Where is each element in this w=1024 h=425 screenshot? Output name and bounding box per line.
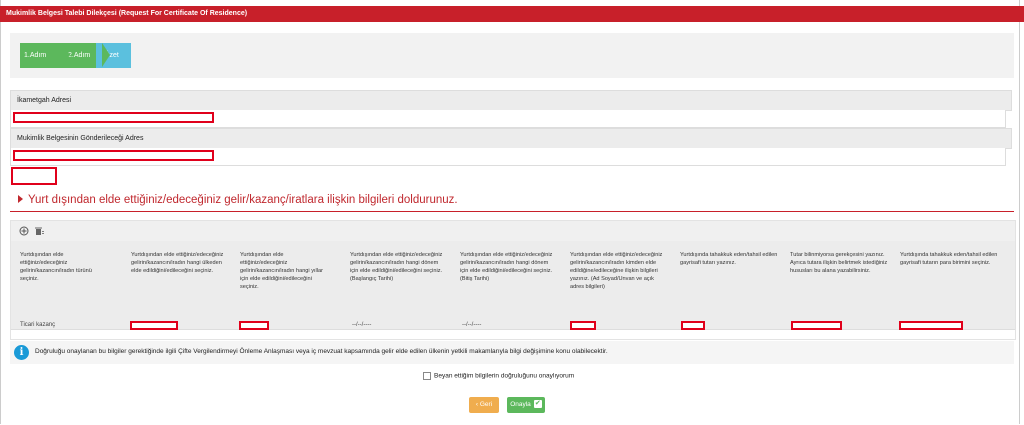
window-titlebar: Mukimlik Belgesi Talebi Dilekçesi (Reque… xyxy=(0,6,1024,22)
add-row-icon[interactable] xyxy=(19,226,29,236)
reason-cell-redaction xyxy=(791,321,842,330)
confirm-row[interactable]: Beyan ettiğim bilgilerin doğruluğunu ona… xyxy=(423,372,574,380)
info-text: Doğruluğu onaylanan bu bilgiler gerektiğ… xyxy=(35,348,608,355)
end-date-cell[interactable]: --/--/---- xyxy=(462,322,481,328)
column-header: Yurtdışından elde ettiğiniz/edeceğiniz g… xyxy=(240,252,324,290)
confirm-label: Beyan ettiğim bilgilerin doğruluğunu ona… xyxy=(434,372,575,380)
step-2-arrow xyxy=(102,43,110,67)
currency-cell-redaction xyxy=(899,321,963,330)
column-header: Yurtdışından elde ettiğiniz/edeceğiniz g… xyxy=(350,252,443,282)
income-type-cell[interactable]: Ticari kazanç xyxy=(20,322,55,328)
income-section-title: Yurt dışından elde ettiğiniz/edeceğiniz … xyxy=(28,194,458,206)
step-1[interactable]: 1.Adım xyxy=(20,43,62,68)
column-header: Yurtdışından elde ettiğiniz/edeceğiniz g… xyxy=(131,252,224,274)
caret-right-icon xyxy=(18,195,23,204)
back-button[interactable]: ‹ Geri xyxy=(469,397,499,413)
step-2-label: 2.Adım xyxy=(68,52,91,59)
confirm-checkbox[interactable] xyxy=(423,372,431,380)
check-icon: ✔ xyxy=(533,400,542,409)
residence-address-title: İkametgah Adresi xyxy=(17,97,72,104)
residence-address-redaction xyxy=(13,112,214,123)
column-header: Tutar bilinmiyorsa gerekçesini yazınız. … xyxy=(790,252,888,274)
column-header: Yurtdışından elde ettiğiniz/edeceğiniz g… xyxy=(20,252,92,282)
column-header: Yurtdışında tahakkuk eden/tahsil edilen … xyxy=(680,252,778,266)
send-address-header: Mukimlik Belgesinin Gönderileceği Adres xyxy=(10,128,1012,149)
step-1-label: 1.Adım xyxy=(24,52,47,59)
approve-button-label: Onayla xyxy=(510,401,531,408)
start-date-cell[interactable]: --/--/---- xyxy=(352,322,371,328)
column-header: Yurtdışında tahakkuk eden/tahsil edilen … xyxy=(900,252,998,266)
amount-cell-redaction xyxy=(681,321,705,330)
income-table: Yurtdışından elde ettiğiniz/edeceğiniz g… xyxy=(10,220,1016,340)
info-alert: i Doğruluğu onaylanan bu bilgiler gerekt… xyxy=(10,341,1014,364)
info-icon: i xyxy=(14,345,29,360)
column-header: Yurtdışından elde ettiğiniz/edeceğiniz g… xyxy=(570,252,663,290)
income-section-header: Yurt dışından elde ettiğiniz/edeceğiniz … xyxy=(10,189,1014,212)
step-1-arrow xyxy=(62,43,70,67)
send-address-title: Mukimlik Belgesinin Gönderileceği Adres xyxy=(17,135,144,142)
window-title: Mukimlik Belgesi Talebi Dilekçesi (Reque… xyxy=(6,10,248,17)
wizard-steps-panel: 1.Adım 2.Adım Özet xyxy=(10,33,1014,78)
send-address-redaction xyxy=(13,150,214,161)
payer-cell-redaction xyxy=(570,321,596,330)
approve-button[interactable]: Onayla ✔ xyxy=(507,397,545,413)
redacted-field xyxy=(11,167,57,185)
country-cell-redaction xyxy=(130,321,178,330)
back-button-label: Geri xyxy=(479,401,493,408)
column-header: Yurtdışından elde ettiğiniz/edeceğiniz g… xyxy=(460,252,553,282)
delete-row-icon[interactable] xyxy=(34,226,44,236)
residence-address-header: İkametgah Adresi xyxy=(10,90,1012,111)
year-cell-redaction xyxy=(239,321,269,330)
table-toolbar xyxy=(11,221,1015,241)
